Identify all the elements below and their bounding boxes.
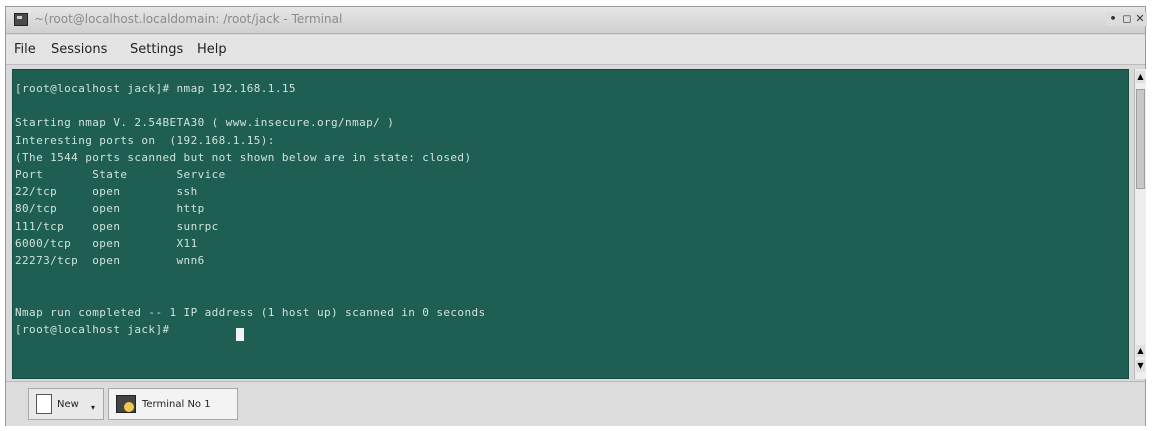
menu-help[interactable]: Help <box>197 42 227 57</box>
terminal-output[interactable]: [root@localhost jack]# nmap 192.168.1.15… <box>12 69 1129 379</box>
window-title: ~(root@localhost.localdomain: /root/jack… <box>34 12 343 26</box>
menu-bar: File Sessions Settings Help <box>6 35 1145 65</box>
dropdown-caret-icon[interactable]: ▾ <box>91 403 95 412</box>
minimize-button[interactable]: • <box>1106 12 1120 26</box>
title-bar[interactable]: ~(root@localhost.localdomain: /root/jack… <box>6 7 1147 34</box>
scroll-up-arrow-icon-lower[interactable]: ▲ <box>1136 345 1145 357</box>
menu-file[interactable]: File <box>14 42 36 57</box>
scroll-thumb[interactable] <box>1136 89 1145 189</box>
session-tab-bar: New ▾ Terminal No 1 <box>6 381 1145 426</box>
terminal-window: ~(root@localhost.localdomain: /root/jack… <box>5 6 1147 426</box>
new-session-button[interactable]: New ▾ <box>28 388 104 420</box>
menu-sessions[interactable]: Sessions <box>51 42 107 57</box>
close-button[interactable]: ✕ <box>1133 12 1147 26</box>
tab-terminal-1[interactable]: Terminal No 1 <box>108 388 238 420</box>
new-session-label: New <box>57 399 79 410</box>
scroll-up-arrow-icon[interactable]: ▲ <box>1136 71 1145 83</box>
new-page-icon <box>36 394 52 414</box>
tab-terminal-label: Terminal No 1 <box>142 399 211 410</box>
menu-settings[interactable]: Settings <box>130 42 183 57</box>
scroll-down-arrow-icon[interactable]: ▼ <box>1136 360 1145 372</box>
terminal-text: [root@localhost jack]# nmap 192.168.1.15… <box>15 82 486 336</box>
terminal-app-icon[interactable] <box>14 13 28 26</box>
terminal-session-icon <box>116 395 136 413</box>
maximize-button[interactable]: ◻ <box>1120 12 1134 26</box>
terminal-cursor <box>236 328 244 341</box>
vertical-scrollbar[interactable]: ▲ ▲ ▼ <box>1134 69 1146 379</box>
